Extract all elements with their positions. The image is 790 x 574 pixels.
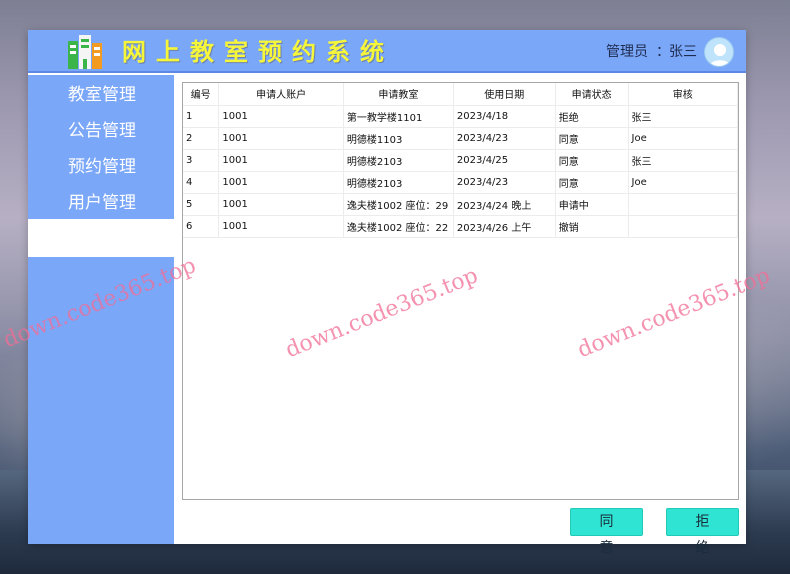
- table-row[interactable]: 1 1001 第一教学楼1101 2023/4/18 拒绝 张三: [183, 105, 738, 128]
- reject-button[interactable]: 拒绝: [666, 508, 739, 556]
- reservation-table: 编号 申请人账户 申请教室 使用日期 申请状态 审核 1 1001 第一教学楼1…: [183, 83, 738, 238]
- cell-status: 申请中: [555, 193, 629, 216]
- cell-reviewer: Joe: [628, 171, 738, 194]
- sidebar-item-label: 用户管理: [68, 193, 136, 213]
- column-header-applicant[interactable]: 申请人账户: [218, 83, 344, 106]
- cell-classroom: 明德楼2103: [343, 171, 454, 194]
- cell-classroom: 明德楼1103: [343, 127, 454, 150]
- cell-applicant: 1001: [218, 193, 344, 216]
- sidebar-item-classroom-management[interactable]: 教室管理: [28, 77, 174, 113]
- sidebar-item-reservation-management[interactable]: 预约管理: [28, 149, 174, 185]
- cell-id: 2: [183, 127, 220, 150]
- cell-classroom: 第一教学楼1101: [343, 105, 454, 128]
- column-header-id[interactable]: 编号: [183, 83, 220, 106]
- cell-reviewer: [628, 215, 738, 238]
- admin-label: 管理员: [606, 44, 648, 60]
- sidebar-item-notice-management[interactable]: 公告管理: [28, 113, 174, 149]
- column-header-reviewer[interactable]: 审核: [628, 83, 738, 106]
- table-row[interactable]: 2 1001 明德楼1103 2023/4/23 同意 Joe: [183, 127, 738, 150]
- cell-status: 同意: [555, 127, 629, 150]
- building-logo-icon: [68, 35, 102, 69]
- cell-classroom: 明德楼2103: [343, 149, 454, 172]
- cell-date: 2023/4/26 上午: [453, 215, 556, 238]
- cell-status: 同意: [555, 171, 629, 194]
- table-row[interactable]: 3 1001 明德楼2103 2023/4/25 同意 张三: [183, 149, 738, 172]
- column-header-classroom[interactable]: 申请教室: [343, 83, 454, 106]
- cell-date: 2023/4/23: [453, 127, 556, 150]
- approve-button[interactable]: 同意: [570, 508, 643, 556]
- cell-id: 5: [183, 193, 220, 216]
- cell-classroom: 逸夫楼1002 座位：22: [343, 215, 454, 238]
- table-row[interactable]: 4 1001 明德楼2103 2023/4/23 同意 Joe: [183, 171, 738, 194]
- cell-status: 撤销: [555, 215, 629, 238]
- table-row[interactable]: 6 1001 逸夫楼1002 座位：22 2023/4/26 上午 撤销: [183, 215, 738, 238]
- user-avatar-icon[interactable]: [704, 37, 734, 67]
- cell-status: 同意: [555, 149, 629, 172]
- cell-id: 1: [183, 105, 220, 128]
- cell-reviewer: [628, 193, 738, 216]
- sidebar-item-user-management[interactable]: 用户管理: [28, 185, 174, 221]
- cell-classroom: 逸夫楼1002 座位：29: [343, 193, 454, 216]
- app-window: 网上教室预约系统 管理员 ： 张三 教室管理 公告管理 预约管理 用户管理 编号…: [28, 30, 746, 556]
- admin-separator: ：: [656, 44, 670, 60]
- column-header-status[interactable]: 申请状态: [555, 83, 629, 106]
- sidebar: 教室管理 公告管理 预约管理 用户管理: [28, 75, 174, 544]
- sidebar-item-label: 预约管理: [68, 157, 136, 177]
- cell-applicant: 1001: [218, 105, 344, 128]
- cell-id: 4: [183, 171, 220, 194]
- header-bar: 网上教室预约系统 管理员 ： 张三: [28, 30, 746, 73]
- user-silhouette-icon: [709, 44, 731, 66]
- app-title: 网上教室预约系统: [122, 37, 394, 66]
- sidebar-selected-blank: [28, 219, 174, 257]
- table-header-row: 编号 申请人账户 申请教室 使用日期 申请状态 审核: [183, 83, 738, 106]
- cell-applicant: 1001: [218, 171, 344, 194]
- table-row[interactable]: 5 1001 逸夫楼1002 座位：29 2023/4/24 晚上 申请中: [183, 193, 738, 216]
- sidebar-item-label: 公告管理: [68, 121, 136, 141]
- column-header-date[interactable]: 使用日期: [453, 83, 556, 106]
- cell-id: 6: [183, 215, 220, 238]
- cell-status: 拒绝: [555, 105, 629, 128]
- cell-date: 2023/4/25: [453, 149, 556, 172]
- reservation-table-container: 编号 申请人账户 申请教室 使用日期 申请状态 审核 1 1001 第一教学楼1…: [182, 82, 739, 500]
- cell-applicant: 1001: [218, 149, 344, 172]
- cell-reviewer: 张三: [628, 149, 738, 172]
- cell-reviewer: Joe: [628, 127, 738, 150]
- cell-applicant: 1001: [218, 127, 344, 150]
- cell-id: 3: [183, 149, 220, 172]
- admin-name: 张三: [669, 44, 697, 60]
- cell-date: 2023/4/18: [453, 105, 556, 128]
- cell-date: 2023/4/23: [453, 171, 556, 194]
- cell-applicant: 1001: [218, 215, 344, 238]
- cell-reviewer: 张三: [628, 105, 738, 128]
- cell-date: 2023/4/24 晚上: [453, 193, 556, 216]
- sidebar-item-label: 教室管理: [68, 85, 136, 105]
